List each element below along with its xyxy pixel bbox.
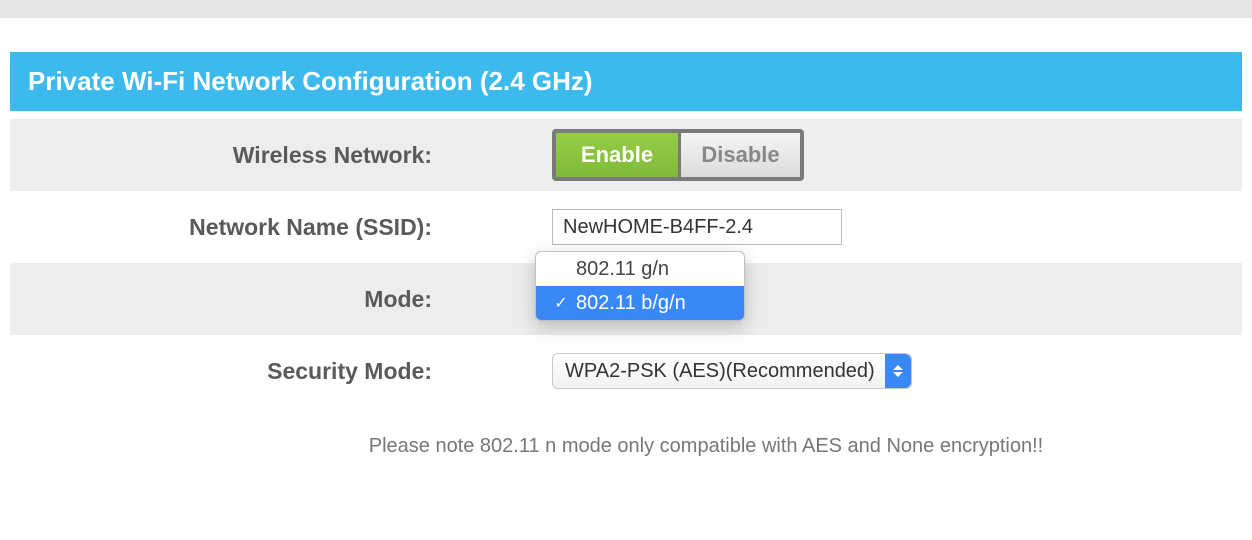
security-mode-select[interactable]: WPA2-PSK (AES)(Recommended) [552, 353, 912, 389]
label-mode: Mode: [10, 286, 450, 313]
disable-button[interactable]: Disable [678, 133, 800, 177]
label-wireless-network: Wireless Network: [10, 142, 450, 169]
wireless-toggle-group: Enable Disable [552, 129, 804, 181]
row-security-mode: Security Mode: WPA2-PSK (AES)(Recommende… [10, 335, 1242, 407]
mode-option-label: 802.11 b/g/n [572, 292, 686, 315]
compatibility-note: Please note 802.11 n mode only compatibl… [10, 435, 1242, 458]
mode-dropdown-popup: 802.11 g/n ✓ 802.11 b/g/n [535, 251, 745, 321]
security-mode-value: WPA2-PSK (AES)(Recommended) [565, 360, 875, 383]
wifi-config-panel: Private Wi-Fi Network Configuration (2.4… [10, 52, 1242, 458]
top-strip [0, 0, 1252, 18]
control-security-mode: WPA2-PSK (AES)(Recommended) [450, 353, 1242, 389]
control-ssid [450, 209, 1242, 245]
checkmark-icon: ✓ [550, 293, 572, 313]
mode-option-bgn[interactable]: ✓ 802.11 b/g/n [536, 286, 744, 320]
label-security-mode: Security Mode: [10, 358, 450, 385]
ssid-input[interactable] [552, 209, 842, 245]
caret-up-icon [893, 365, 903, 370]
row-mode: Mode: 802.11 g/n ✓ 802.11 b/g/n [10, 263, 1242, 335]
enable-button[interactable]: Enable [556, 133, 678, 177]
control-wireless-network: Enable Disable [450, 129, 1242, 181]
row-wireless-network: Wireless Network: Enable Disable [10, 119, 1242, 191]
mode-option-gn[interactable]: 802.11 g/n [536, 252, 744, 286]
caret-down-icon [893, 372, 903, 377]
label-ssid: Network Name (SSID): [10, 214, 450, 241]
mode-option-label: 802.11 g/n [550, 258, 669, 281]
panel-title: Private Wi-Fi Network Configuration (2.4… [10, 52, 1242, 111]
select-caret-icon [885, 354, 911, 388]
